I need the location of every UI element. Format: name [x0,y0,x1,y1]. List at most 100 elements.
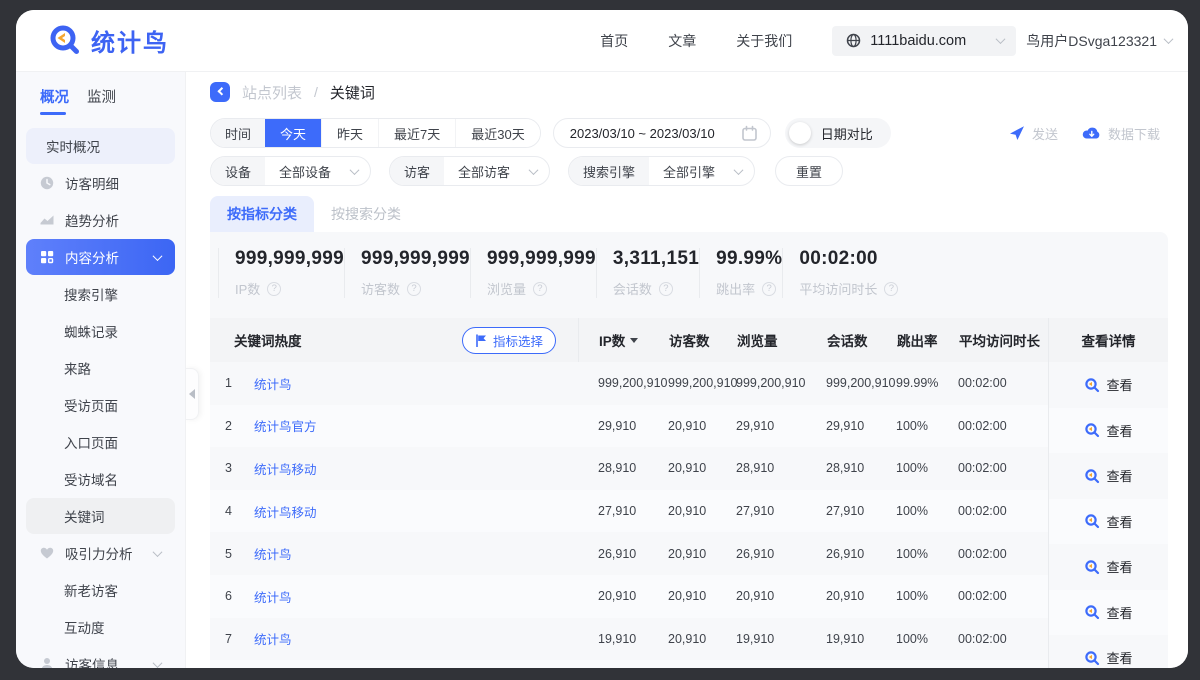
table-row: 2 统计鸟官方 29,910 20,910 29,910 29,910 100%… [210,405,1048,448]
tab-by-search[interactable]: 按搜索分类 [314,196,418,232]
stat-value: 999,999,999 [487,248,596,270]
sidebar-item-label: 关键词 [64,506,105,526]
sidebar-item-visitor-detail[interactable]: 访客明细 [26,165,175,201]
keyword-link[interactable]: 统计鸟 [254,587,292,606]
cell-duration: 00:02:00 [958,504,1048,518]
metric-select-button[interactable]: 指标选择 [462,327,556,354]
help-icon[interactable] [407,282,421,296]
search-engine-select[interactable]: 搜索引擎 全部引擎 [568,156,755,186]
view-button[interactable]: 查看 [1049,499,1168,545]
app-logo[interactable]: 统计鸟 [48,23,169,58]
keyword-link[interactable]: 统计鸟移动 [254,502,317,521]
send-button[interactable]: 发送 [1009,124,1058,143]
send-icon [1009,125,1025,141]
content-area: 站点列表 / 关键词 时间 今天昨天最近7天最近30天 2023/03/10 ~… [186,72,1188,668]
date-range-input[interactable]: 2023/03/10 ~ 2023/03/10 [553,118,771,148]
sidebar-item-visited-domains[interactable]: 受访域名 [26,461,175,497]
date-compare-toggle[interactable]: 日期对比 [785,118,891,148]
sidebar-item-realtime[interactable]: 实时概况 [26,128,175,164]
sidebar-item-spider-log[interactable]: 蜘蛛记录 [26,313,175,349]
stat-value: 999,999,999 [361,248,470,270]
cell-bounce: 100% [896,461,958,475]
table-row: 3 统计鸟移动 28,910 20,910 28,910 28,910 100%… [210,447,1048,490]
sidebar-item-entry-pages[interactable]: 入口页面 [26,424,175,460]
chevron-down-icon [734,165,744,175]
time-option[interactable]: 昨天 [321,119,378,147]
help-icon[interactable] [659,282,673,296]
view-button[interactable]: 查看 [1049,544,1168,590]
time-option[interactable]: 最近7天 [378,119,455,147]
time-filter-row: 时间 今天昨天最近7天最近30天 2023/03/10 ~ 2023/03/10 [210,118,1188,148]
chevron-down-icon [1164,34,1174,44]
sidebar-item-label: 实时概况 [46,136,100,156]
column-header-pageviews: 浏览量 [737,330,827,350]
sidebar-item-referrer[interactable]: 来路 [26,350,175,386]
visitor-select[interactable]: 访客 全部访客 [389,156,550,186]
sidebar-item-label: 访客信息 [65,654,119,668]
cell-visitors: 999,200,910 [668,376,736,390]
app-window: 统计鸟 首页 文章 关于我们 1111baidu.com 鸟用户DSvga123… [16,10,1188,668]
flag-icon [475,334,487,347]
data-download-button[interactable]: 数据下载 [1082,124,1160,143]
help-icon[interactable] [533,282,547,296]
chevron-left-icon [217,87,225,95]
nav-home[interactable]: 首页 [600,31,628,51]
breadcrumb: 站点列表 / 关键词 [186,72,1188,112]
help-icon[interactable] [762,282,776,296]
breadcrumb-site-list[interactable]: 站点列表 [242,82,302,103]
cell-ip: 26,910 [598,547,668,561]
cell-ip: 19,910 [598,632,668,646]
sidebar-item-keywords[interactable]: 关键词 [26,498,175,534]
help-icon[interactable] [267,282,281,296]
sidebar-item-label: 受访域名 [64,469,118,489]
nav-about[interactable]: 关于我们 [736,31,792,51]
cell-ip: 29,910 [598,419,668,433]
stat-value: 999,999,999 [235,248,344,270]
site-selector-value: 1111baidu.com [870,33,988,49]
sidebar-tab-monitor[interactable]: 监测 [87,86,116,115]
sidebar-item-search-engine[interactable]: 搜索引擎 [26,276,175,312]
view-button[interactable]: 查看 [1049,635,1168,668]
sidebar-item-content-analysis[interactable]: 内容分析 [26,239,175,275]
magnifier-icon [1084,468,1100,484]
column-header-ip[interactable]: IP数 [599,330,669,350]
sidebar-collapse-handle[interactable] [186,368,199,420]
cloud-download-icon [1082,125,1101,141]
nav-articles[interactable]: 文章 [668,31,696,51]
sidebar-item-new-old-visitors[interactable]: 新老访客 [26,572,175,608]
sidebar-item-visitor-info[interactable]: 访客信息 [26,646,175,668]
cell-ip: 20,910 [598,589,668,603]
view-button[interactable]: 查看 [1049,362,1168,408]
sidebar-tab-overview[interactable]: 概况 [40,86,69,115]
keyword-link[interactable]: 统计鸟 [254,374,292,393]
keyword-link[interactable]: 统计鸟 [254,629,292,648]
sidebar-item-interaction[interactable]: 互动度 [26,609,175,645]
tab-by-metric[interactable]: 按指标分类 [210,196,314,232]
device-select[interactable]: 设备 全部设备 [210,156,371,186]
row-rank: 1 [210,376,240,390]
sidebar-item-label: 蜘蛛记录 [64,321,118,341]
time-option[interactable]: 今天 [265,119,321,147]
column-header-view-detail: 查看详情 [1048,318,1168,362]
keyword-link[interactable]: 统计鸟 [254,544,292,563]
time-option[interactable]: 最近30天 [455,119,539,147]
sidebar-item-attraction[interactable]: 吸引力分析 [26,535,175,571]
view-button[interactable]: 查看 [1049,453,1168,499]
sidebar-item-trend[interactable]: 趋势分析 [26,202,175,238]
sidebar-item-visited-pages[interactable]: 受访页面 [26,387,175,423]
view-button[interactable]: 查看 [1049,590,1168,636]
site-selector[interactable]: 1111baidu.com [832,26,1016,56]
help-icon[interactable] [884,282,898,296]
keyword-link[interactable]: 统计鸟移动 [254,459,317,478]
collapse-arrow-icon [189,389,195,399]
magnifier-icon [1084,377,1100,393]
view-button[interactable]: 查看 [1049,408,1168,454]
reset-button[interactable]: 重置 [775,156,843,186]
stat-label: 浏览量 [487,279,526,298]
chevron-down-icon [996,34,1006,44]
user-menu[interactable]: 鸟用户DSvga123321 [1026,31,1172,51]
chevron-down-icon [153,658,163,668]
back-button[interactable] [210,82,230,102]
stat-card: 999,999,999 访客数 [344,248,470,298]
keyword-link[interactable]: 统计鸟官方 [254,416,317,435]
